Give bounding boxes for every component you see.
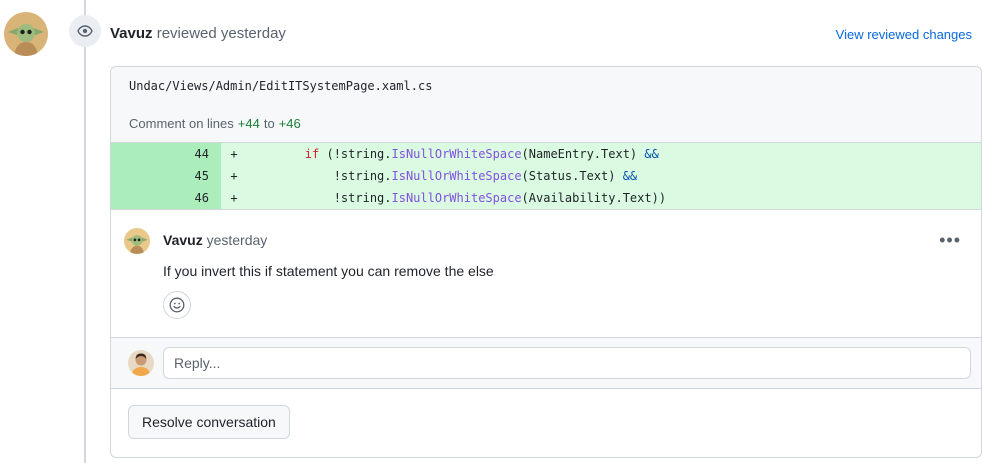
add-reaction-button[interactable] [163,291,191,319]
comment-on-label: Comment on lines [129,115,234,131]
kebab-horizontal-icon[interactable]: ••• [939,230,961,251]
comment-thread: Vavuz yesterday ••• If you invert this i… [111,210,981,337]
line-start: +44 [237,115,260,131]
reply-row [111,337,981,389]
review-thread-card: Undac/Views/Admin/EditITSystemPage.xaml.… [110,66,982,458]
view-reviewed-changes-link[interactable]: View reviewed changes [836,27,972,42]
line-number[interactable]: 46 [111,187,221,209]
file-path[interactable]: Undac/Views/Admin/EditITSystemPage.xaml.… [129,79,432,93]
reply-input[interactable] [163,347,971,379]
reviewer-avatar[interactable] [4,12,48,56]
current-user-avatar [128,350,154,376]
to-label: to [263,115,275,131]
line-end: +46 [278,115,301,131]
diff-sign: + [230,147,238,161]
comment-author-avatar[interactable] [124,228,150,254]
diff-row: 45 + !string.IsNullOrWhiteSpace(Status.T… [111,165,981,187]
comment-on-lines: Comment on lines +44 to +46 [111,104,981,142]
comment-author[interactable]: Vavuz [163,232,203,248]
timeline-line [84,0,86,463]
diff-sign: + [230,169,238,183]
comment-time[interactable]: yesterday [203,232,268,248]
line-number[interactable]: 44 [111,143,221,165]
diff-row: 46 + !string.IsNullOrWhiteSpace(Availabi… [111,187,981,209]
review-author[interactable]: Vavuz [110,25,153,42]
review-header: Vavuz reviewed yesterday [110,25,286,42]
comment-body: If you invert this if statement you can … [163,263,494,279]
diff-row: 44 + if (!string.IsNullOrWhiteSpace(Name… [111,143,981,165]
line-number[interactable]: 45 [111,165,221,187]
diff-hunk: 44 + if (!string.IsNullOrWhiteSpace(Name… [111,142,981,210]
smiley-icon [169,297,185,313]
code-line: !string.IsNullOrWhiteSpace(Availability.… [333,191,667,205]
comment-header: Vavuz yesterday [163,232,267,248]
resolve-conversation-button[interactable]: Resolve conversation [128,405,290,439]
eye-icon [77,25,93,37]
code-line: if (!string.IsNullOrWhiteSpace(NameEntry… [304,147,659,161]
review-action: reviewed yesterday [152,25,286,42]
diff-sign: + [230,191,238,205]
code-line: !string.IsNullOrWhiteSpace(Status.Text) … [333,169,638,183]
review-eye-badge [69,15,101,47]
file-path-header: Undac/Views/Admin/EditITSystemPage.xaml.… [111,67,981,104]
